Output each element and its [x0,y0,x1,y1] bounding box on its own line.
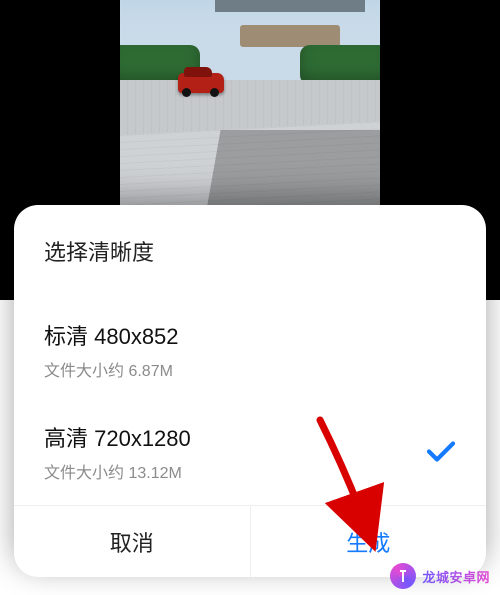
option-label: 高清 720x1280 [44,421,456,453]
sheet-title: 选择清晰度 [14,205,486,301]
watermark: 龙城安卓网 [390,563,490,589]
resolution-option-list: 标清 480x852 文件大小约 6.87M 高清 720x1280 文件大小约… [14,301,486,505]
option-label: 标清 480x852 [44,319,456,351]
video-preview-thumbnail [120,0,380,240]
resolution-option-sd[interactable]: 标清 480x852 文件大小约 6.87M [14,301,486,403]
cancel-button[interactable]: 取消 [14,505,250,577]
checkmark-icon [426,441,456,468]
watermark-text: 龙城安卓网 [422,567,490,586]
option-filesize: 文件大小约 13.12M [44,459,456,483]
watermark-logo-icon [390,563,416,589]
resolution-picker-sheet: 选择清晰度 标清 480x852 文件大小约 6.87M 高清 720x1280… [14,205,486,577]
option-filesize: 文件大小约 6.87M [44,357,456,381]
resolution-option-hd[interactable]: 高清 720x1280 文件大小约 13.12M [14,403,486,505]
